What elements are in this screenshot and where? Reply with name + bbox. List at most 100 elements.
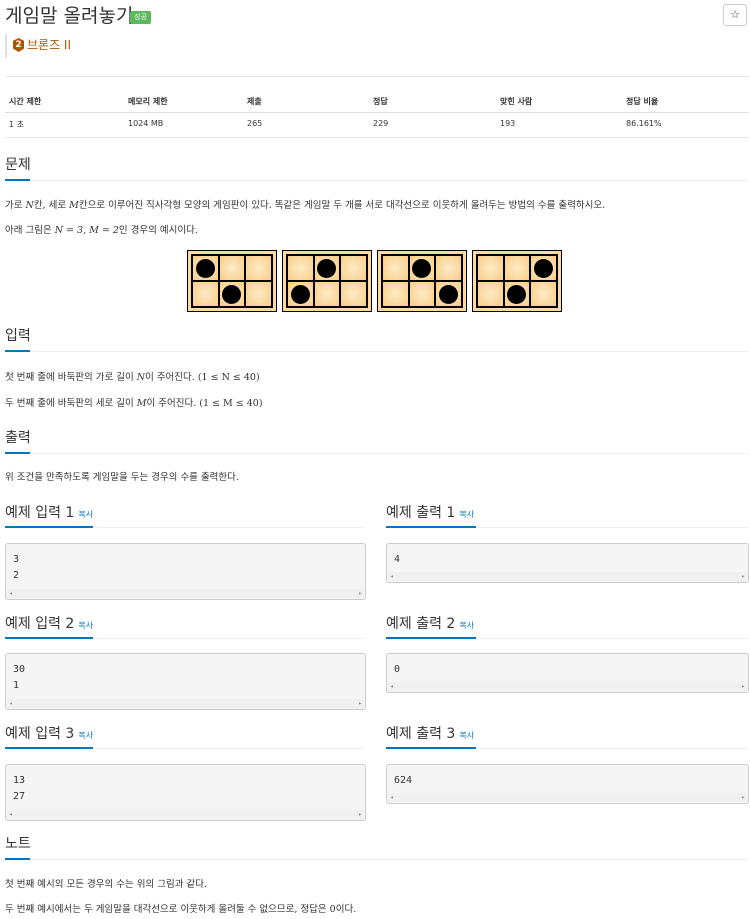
copy-button[interactable]: 복사	[78, 510, 93, 519]
horizontal-scrollbar[interactable]: ◂ ▸	[7, 589, 364, 598]
board-cell	[287, 255, 314, 281]
game-board-4	[472, 250, 562, 312]
table-header-divider	[5, 112, 749, 113]
board-cell	[477, 281, 504, 307]
board-cell	[245, 281, 272, 307]
example-output-2[interactable]: 0 ◂ ▸	[386, 653, 749, 693]
game-piece	[317, 258, 337, 278]
example-output-1[interactable]: 4 ◂ ▸	[386, 543, 749, 583]
game-piece	[412, 258, 432, 278]
stat-value-solvers: 193	[500, 119, 516, 128]
board-cell	[245, 255, 272, 281]
section-underline	[5, 637, 93, 639]
note-line-2: 두 번째 예시에서는 두 게임말을 대각선으로 이웃하게 올려둘 수 없으므로,…	[5, 904, 357, 915]
divider	[476, 527, 749, 528]
example-input-1[interactable]: 3 2 ◂ ▸	[5, 543, 366, 600]
table-bottom-divider	[5, 137, 749, 138]
board-cell	[477, 255, 504, 281]
copy-button[interactable]: 복사	[459, 510, 474, 519]
board-cell	[530, 255, 557, 281]
board-cell	[313, 255, 341, 281]
stat-value-memory: 1024 MB	[128, 119, 164, 128]
problem-line-1: 가로 N칸, 세로 M칸으로 이루어진 직사각형 모양의 게임판이 있다. 똑같…	[5, 200, 606, 211]
stat-header-time: 시간 제한	[9, 97, 42, 106]
board-cell	[340, 281, 367, 307]
game-board-2	[282, 250, 372, 312]
input-line-2: 두 번째 줄에 바둑판의 세로 길이 M이 주어진다. (1 ≤ M ≤ 40)	[5, 398, 263, 409]
section-title-problem: 문제	[5, 157, 31, 173]
stat-header-accepted: 정답	[373, 97, 388, 106]
game-piece	[222, 284, 242, 304]
divider	[93, 527, 365, 528]
section-underline	[5, 179, 30, 181]
problem-line-2: 아래 그림은 N = 3, M = 2인 경우의 예시이다.	[5, 225, 198, 236]
tier-label: 브론즈 II	[27, 38, 72, 52]
game-board-1	[187, 250, 277, 312]
horizontal-scrollbar[interactable]: ◂ ▸	[388, 793, 747, 802]
section-title-note: 노트	[5, 836, 31, 852]
divider	[30, 453, 749, 454]
board-cell	[435, 281, 462, 307]
horizontal-scrollbar[interactable]: ◂ ▸	[388, 682, 747, 691]
board-cell	[313, 281, 341, 307]
copy-button[interactable]: 복사	[78, 731, 93, 740]
game-board-3	[377, 250, 467, 312]
stat-header-memory: 메모리 제한	[128, 97, 168, 106]
section-underline	[386, 526, 476, 528]
section-underline	[386, 747, 476, 749]
horizontal-scrollbar[interactable]: ◂ ▸	[388, 572, 747, 581]
board-cell	[435, 255, 462, 281]
example-output-2-title: 예제 출력 2 복사	[386, 616, 475, 632]
board-cell	[408, 281, 436, 307]
board-cell	[192, 281, 219, 307]
note-line-1: 첫 번째 예시의 모든 경우의 수는 위의 그림과 같다.	[5, 879, 207, 890]
stat-header-submit: 제출	[247, 97, 262, 106]
section-title-input: 입력	[5, 328, 31, 344]
copy-button[interactable]: 복사	[78, 621, 93, 630]
example-input-2-title: 예제 입력 2 복사	[5, 616, 94, 632]
input-line-1: 첫 번째 줄에 바둑판의 가로 길이 N이 주어진다. (1 ≤ N ≤ 40)	[5, 372, 260, 383]
board-cell	[382, 255, 409, 281]
horizontal-scrollbar[interactable]: ◂ ▸	[7, 699, 364, 708]
stat-value-submit: 265	[247, 119, 263, 128]
horizontal-scrollbar[interactable]: ◂ ▸	[7, 810, 364, 819]
example-output-1-title: 예제 출력 1 복사	[386, 505, 475, 521]
example-input-3[interactable]: 13 27 ◂ ▸	[5, 764, 366, 821]
board-cell	[218, 255, 246, 281]
divider	[5, 76, 749, 77]
section-underline	[386, 637, 476, 639]
example-output-3-title: 예제 출력 3 복사	[386, 726, 475, 742]
tier-icon: 2	[13, 38, 24, 52]
game-piece	[534, 258, 554, 278]
star-icon: ☆	[730, 8, 740, 21]
copy-button[interactable]: 복사	[459, 621, 474, 630]
game-piece	[507, 284, 527, 304]
copy-button[interactable]: 복사	[459, 731, 474, 740]
problem-title: 게임말 올려놓기	[5, 5, 134, 27]
board-cell	[503, 281, 531, 307]
section-underline	[5, 858, 30, 860]
section-underline	[5, 526, 93, 528]
stat-header-ratio: 정답 비율	[626, 97, 659, 106]
stat-value-ratio: 86.161%	[626, 119, 662, 128]
example-output-3[interactable]: 624 ◂ ▸	[386, 764, 749, 804]
divider	[476, 638, 749, 639]
favorite-button[interactable]: ☆	[723, 4, 747, 26]
section-underline	[5, 452, 30, 454]
divider	[476, 748, 749, 749]
stat-value-time: 1 초	[9, 120, 24, 129]
example-input-1-title: 예제 입력 1 복사	[5, 505, 94, 521]
example-input-2[interactable]: 30 1 ◂ ▸	[5, 653, 366, 710]
game-piece	[290, 284, 310, 304]
divider	[93, 638, 365, 639]
output-text: 위 조건을 만족하도록 게임말을 두는 경우의 수를 출력한다.	[5, 472, 239, 483]
example-input-3-title: 예제 입력 3 복사	[5, 726, 94, 742]
section-underline	[5, 350, 30, 352]
stat-value-accepted: 229	[373, 119, 389, 128]
board-cell	[192, 255, 219, 281]
divider	[30, 351, 749, 352]
board-cell	[503, 255, 531, 281]
stat-header-solvers: 맞힌 사람	[500, 97, 533, 106]
board-cell	[340, 255, 367, 281]
section-underline	[5, 747, 93, 749]
